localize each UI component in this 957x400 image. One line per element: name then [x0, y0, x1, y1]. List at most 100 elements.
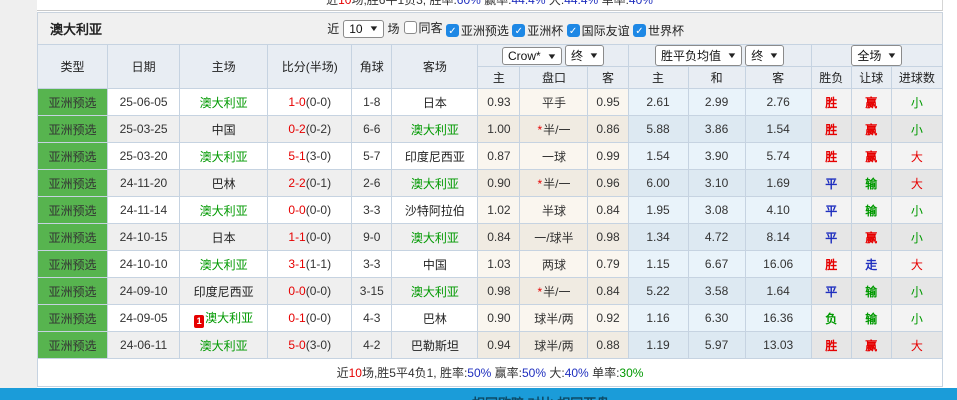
prev-stats-segment: 44.4% — [512, 0, 546, 7]
cell-asian-home-odds: 0.94 — [478, 332, 520, 359]
cell-corners: 5-7 — [352, 143, 392, 170]
half-time-score: (0-0) — [306, 203, 331, 217]
target-team-link[interactable]: 澳大利亚 — [200, 96, 248, 110]
cell-goals-result: 大 — [891, 170, 942, 197]
cell-outcome: 胜 — [811, 332, 851, 359]
cell-euro-home-odds: 1.16 — [628, 305, 688, 332]
cell-euro-home-odds: 2.61 — [628, 89, 688, 116]
filter-checkbox-国际友谊[interactable]: ✓国际友谊 — [567, 22, 630, 39]
full-time-score: 0-0 — [288, 284, 305, 298]
checkbox-checked-icon[interactable]: ✓ — [446, 24, 459, 37]
team-link[interactable]: 印度尼西亚 — [405, 150, 465, 164]
cell-away-team[interactable]: 澳大利亚 — [392, 278, 478, 305]
cell-asian-handicap: 一/球半 — [520, 224, 588, 251]
cell-asian-handicap: 球半/两 — [520, 305, 588, 332]
cell-outcome: 平 — [811, 278, 851, 305]
target-team-link[interactable]: 澳大利亚 — [411, 123, 459, 137]
cell-asian-away-odds: 0.84 — [588, 197, 628, 224]
half-time-score: (0-0) — [306, 230, 331, 244]
cell-asian-home-odds: 0.93 — [478, 89, 520, 116]
team-link[interactable]: 日本 — [212, 231, 236, 245]
scope-select[interactable]: 全场 ▼ — [851, 45, 902, 66]
cell-score: 0-0(0-0) — [268, 278, 352, 305]
live-handicap-star: * — [537, 123, 542, 137]
cell-home-team[interactable]: 中国 — [180, 116, 268, 143]
cell-outcome: 平 — [811, 224, 851, 251]
cell-home-team[interactable]: 澳大利亚 — [180, 332, 268, 359]
filter-checkbox-亚洲杯[interactable]: ✓亚洲杯 — [512, 22, 563, 39]
match-history-table: 类型 日期 主场 比分(半场) 角球 客场 Crow* ▼ 终 ▼ — [37, 44, 943, 387]
euro-time-select[interactable]: 终 ▼ — [745, 45, 784, 66]
match-count-select[interactable]: 10 ▼ — [343, 20, 383, 38]
cell-away-team[interactable]: 中国 — [392, 251, 478, 278]
scope-dropdown-group: 全场 ▼ — [811, 45, 942, 67]
target-team-link[interactable]: 澳大利亚 — [411, 177, 459, 191]
live-handicap-star: * — [537, 177, 542, 191]
target-team-link[interactable]: 澳大利亚 — [200, 339, 248, 353]
target-team-link[interactable]: 澳大利亚 — [411, 285, 459, 299]
cell-euro-away-odds: 5.74 — [745, 143, 811, 170]
cell-home-team[interactable]: 澳大利亚 — [180, 251, 268, 278]
cell-away-team[interactable]: 印度尼西亚 — [392, 143, 478, 170]
cell-score: 0-1(0-0) — [268, 305, 352, 332]
cell-euro-draw-odds: 3.86 — [688, 116, 745, 143]
col-header-home: 主场 — [180, 45, 268, 89]
cell-asian-away-odds: 0.99 — [588, 143, 628, 170]
cell-away-team[interactable]: 日本 — [392, 89, 478, 116]
competition-filter-checkboxes: 同客 ✓亚洲预选 ✓亚洲杯 ✓国际友谊 ✓世界杯 — [404, 19, 684, 39]
near-label: 近 — [327, 20, 339, 37]
cell-away-team[interactable]: 澳大利亚 — [392, 224, 478, 251]
target-team-link[interactable]: 澳大利亚 — [411, 231, 459, 245]
checkbox-checked-icon[interactable]: ✓ — [512, 24, 525, 37]
cell-home-team[interactable]: 澳大利亚 — [180, 89, 268, 116]
cell-home-team[interactable]: 1澳大利亚 — [180, 305, 268, 332]
cell-home-team[interactable]: 澳大利亚 — [180, 143, 268, 170]
filter-checkbox-世界杯[interactable]: ✓世界杯 — [633, 22, 684, 39]
cell-handicap-result: 输 — [851, 305, 891, 332]
team-link[interactable]: 巴勒斯坦 — [411, 339, 459, 353]
cell-away-team[interactable]: 沙特阿拉伯 — [392, 197, 478, 224]
cell-away-team[interactable]: 澳大利亚 — [392, 170, 478, 197]
filter-controls: 近 10 ▼ 场 同客 ✓亚洲预选 ✓亚洲杯 ✓国际友谊 ✓世界杯 — [327, 19, 684, 39]
team-link[interactable]: 沙特阿拉伯 — [405, 204, 465, 218]
cell-corners: 3-3 — [352, 251, 392, 278]
cell-home-team[interactable]: 巴林 — [180, 170, 268, 197]
target-team-link[interactable]: 澳大利亚 — [205, 311, 253, 325]
summary-segment: 近 — [337, 366, 349, 380]
bottom-section-bar[interactable]: 相同欧赔 对比 相同亚盘 — [0, 388, 957, 400]
asian-company-select[interactable]: Crow* ▼ — [502, 47, 562, 65]
checkbox-unchecked-icon[interactable] — [404, 21, 417, 34]
target-team-link[interactable]: 澳大利亚 — [200, 258, 248, 272]
checkbox-checked-icon[interactable]: ✓ — [633, 24, 646, 37]
team-link[interactable]: 中国 — [212, 123, 236, 137]
cell-home-team[interactable]: 日本 — [180, 224, 268, 251]
cell-date: 24-10-10 — [108, 251, 180, 278]
team-link[interactable]: 巴林 — [212, 177, 236, 191]
team-link[interactable]: 印度尼西亚 — [194, 285, 254, 299]
cell-goals-result: 大 — [891, 143, 942, 170]
team-link[interactable]: 巴林 — [423, 312, 447, 326]
cell-home-team[interactable]: 印度尼西亚 — [180, 278, 268, 305]
cell-euro-home-odds: 1.19 — [628, 332, 688, 359]
asian-time-select[interactable]: 终 ▼ — [565, 45, 604, 66]
cell-home-team[interactable]: 澳大利亚 — [180, 197, 268, 224]
checkbox-label: 世界杯 — [648, 22, 684, 39]
team-link[interactable]: 中国 — [423, 258, 447, 272]
filter-checkbox-亚洲预选[interactable]: ✓亚洲预选 — [446, 22, 509, 39]
cell-date: 24-10-15 — [108, 224, 180, 251]
target-team-link[interactable]: 澳大利亚 — [200, 204, 248, 218]
table-row: 亚洲预选25-06-05澳大利亚1-0(0-0)1-8日本0.93平手0.952… — [38, 89, 943, 116]
cell-away-team[interactable]: 澳大利亚 — [392, 116, 478, 143]
cell-away-team[interactable]: 巴林 — [392, 305, 478, 332]
checkbox-checked-icon[interactable]: ✓ — [567, 24, 580, 37]
target-team-link[interactable]: 澳大利亚 — [200, 150, 248, 164]
cell-goals-result: 小 — [891, 116, 942, 143]
euro-company-select[interactable]: 胜平负均值 ▼ — [655, 45, 742, 66]
checkbox-label: 亚洲预选 — [461, 22, 509, 39]
team-link[interactable]: 日本 — [423, 96, 447, 110]
cell-outcome: 胜 — [811, 116, 851, 143]
half-time-score: (3-0) — [306, 149, 331, 163]
cell-handicap-result: 输 — [851, 170, 891, 197]
filter-checkbox-同客[interactable]: 同客 — [404, 19, 443, 36]
cell-away-team[interactable]: 巴勒斯坦 — [392, 332, 478, 359]
